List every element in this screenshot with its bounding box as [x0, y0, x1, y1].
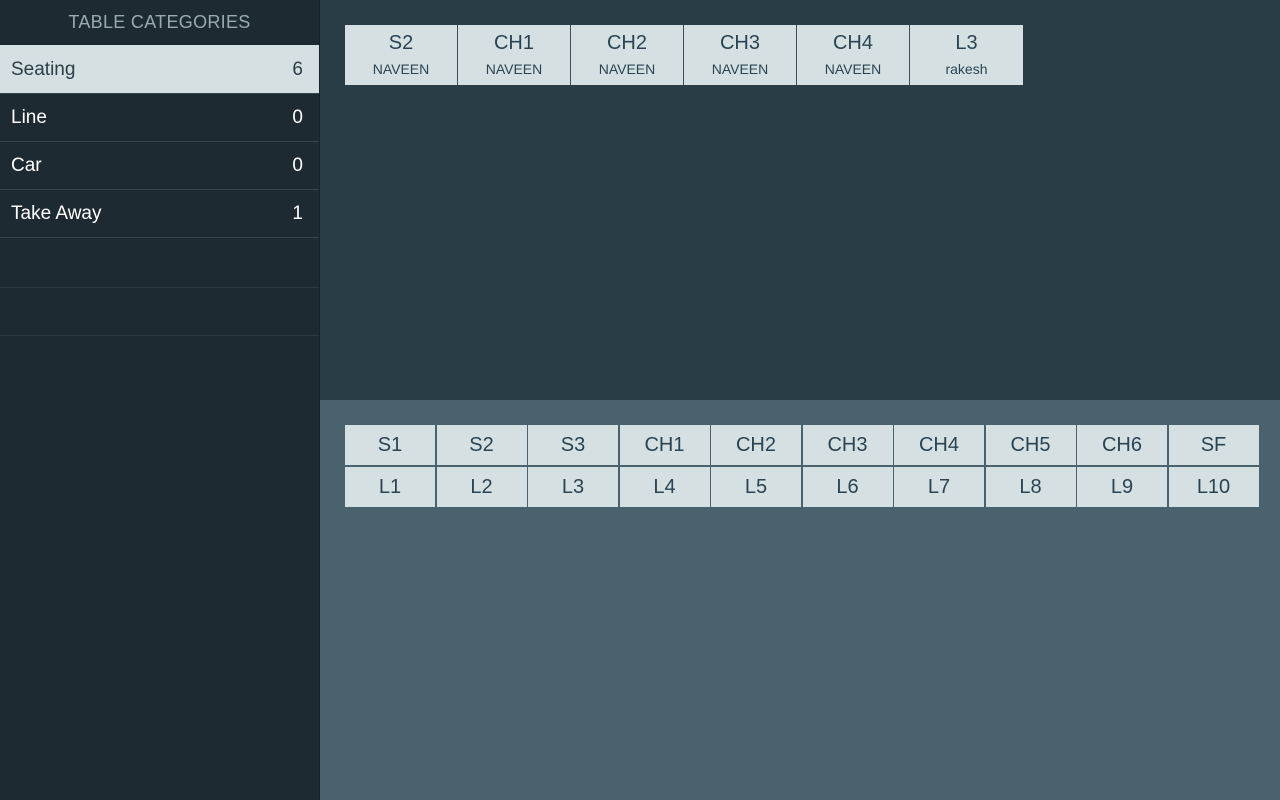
table-tile-l5[interactable]: L5	[711, 467, 801, 507]
table-user: rakesh	[945, 61, 988, 77]
table-tile-l10[interactable]: L10	[1168, 467, 1259, 507]
table-user: NAVEEN	[711, 61, 769, 77]
sidebar-divider	[0, 335, 319, 336]
occupied-tables-panel: S2 NAVEEN CH1 NAVEEN CH2 NAVEEN CH3 NAVE…	[320, 0, 1280, 400]
table-tile-sf[interactable]: SF	[1168, 425, 1259, 465]
category-count: 1	[292, 203, 303, 224]
category-item-seating[interactable]: Seating 6	[0, 45, 319, 93]
category-count: 0	[292, 155, 303, 176]
sidebar-title: TABLE CATEGORIES	[68, 12, 251, 32]
table-tile-ch6[interactable]: CH6	[1077, 425, 1167, 465]
category-label: Line	[11, 107, 47, 128]
occupied-table-tile[interactable]: CH3 NAVEEN	[684, 25, 797, 85]
category-count: 0	[292, 107, 303, 128]
table-tile-ch1[interactable]: CH1	[619, 425, 710, 465]
table-name: CH1	[493, 32, 534, 54]
table-tile-l1[interactable]: L1	[345, 467, 435, 507]
table-user: NAVEEN	[372, 61, 430, 77]
category-item-take-away[interactable]: Take Away 1	[0, 189, 319, 238]
table-name: L3	[955, 32, 978, 54]
table-tile-l9[interactable]: L9	[1077, 467, 1167, 507]
category-label: Seating	[11, 59, 76, 80]
occupied-table-tile[interactable]: CH2 NAVEEN	[571, 25, 684, 85]
occupied-table-tile[interactable]: L3 rakesh	[910, 25, 1023, 85]
table-tile-ch2[interactable]: CH2	[711, 425, 801, 465]
all-tables-panel: S1 S2 S3 CH1 CH2 CH3 CH4 CH5 CH6 SF L1 L…	[320, 400, 1280, 800]
table-user: NAVEEN	[598, 61, 656, 77]
sidebar-divider	[0, 287, 319, 288]
app-root: TABLE CATEGORIES Seating 6 Line 0 Car 0 …	[0, 0, 1280, 800]
table-tile-l8[interactable]: L8	[985, 467, 1076, 507]
category-sidebar: TABLE CATEGORIES Seating 6 Line 0 Car 0 …	[0, 0, 320, 800]
table-name: CH4	[832, 32, 873, 54]
category-label: Take Away	[11, 203, 102, 224]
table-tile-s1[interactable]: S1	[345, 425, 435, 465]
occupied-table-tile[interactable]: CH4 NAVEEN	[797, 25, 910, 85]
table-grid: S1 S2 S3 CH1 CH2 CH3 CH4 CH5 CH6 SF L1 L…	[345, 425, 1259, 507]
table-tile-l6[interactable]: L6	[802, 467, 893, 507]
table-tile-ch4[interactable]: CH4	[894, 425, 984, 465]
table-tile-s3[interactable]: S3	[528, 425, 618, 465]
table-name: CH2	[606, 32, 647, 54]
category-list: Seating 6 Line 0 Car 0 Take Away 1	[0, 45, 319, 238]
table-tile-s2[interactable]: S2	[436, 425, 527, 465]
table-name: S2	[388, 32, 414, 54]
table-user: NAVEEN	[485, 61, 543, 77]
occupied-table-tile[interactable]: CH1 NAVEEN	[458, 25, 571, 85]
category-label: Car	[11, 155, 42, 176]
category-item-line[interactable]: Line 0	[0, 93, 319, 141]
category-count: 6	[292, 59, 303, 80]
occupied-table-tile[interactable]: S2 NAVEEN	[345, 25, 458, 85]
table-tile-l7[interactable]: L7	[894, 467, 984, 507]
occupied-tables-row: S2 NAVEEN CH1 NAVEEN CH2 NAVEEN CH3 NAVE…	[345, 25, 1023, 85]
table-name: CH3	[719, 32, 760, 54]
category-item-car[interactable]: Car 0	[0, 141, 319, 189]
table-tile-ch3[interactable]: CH3	[802, 425, 893, 465]
table-tile-l2[interactable]: L2	[436, 467, 527, 507]
table-tile-l4[interactable]: L4	[619, 467, 710, 507]
table-user: NAVEEN	[824, 61, 882, 77]
table-tile-l3[interactable]: L3	[528, 467, 618, 507]
table-tile-ch5[interactable]: CH5	[985, 425, 1076, 465]
